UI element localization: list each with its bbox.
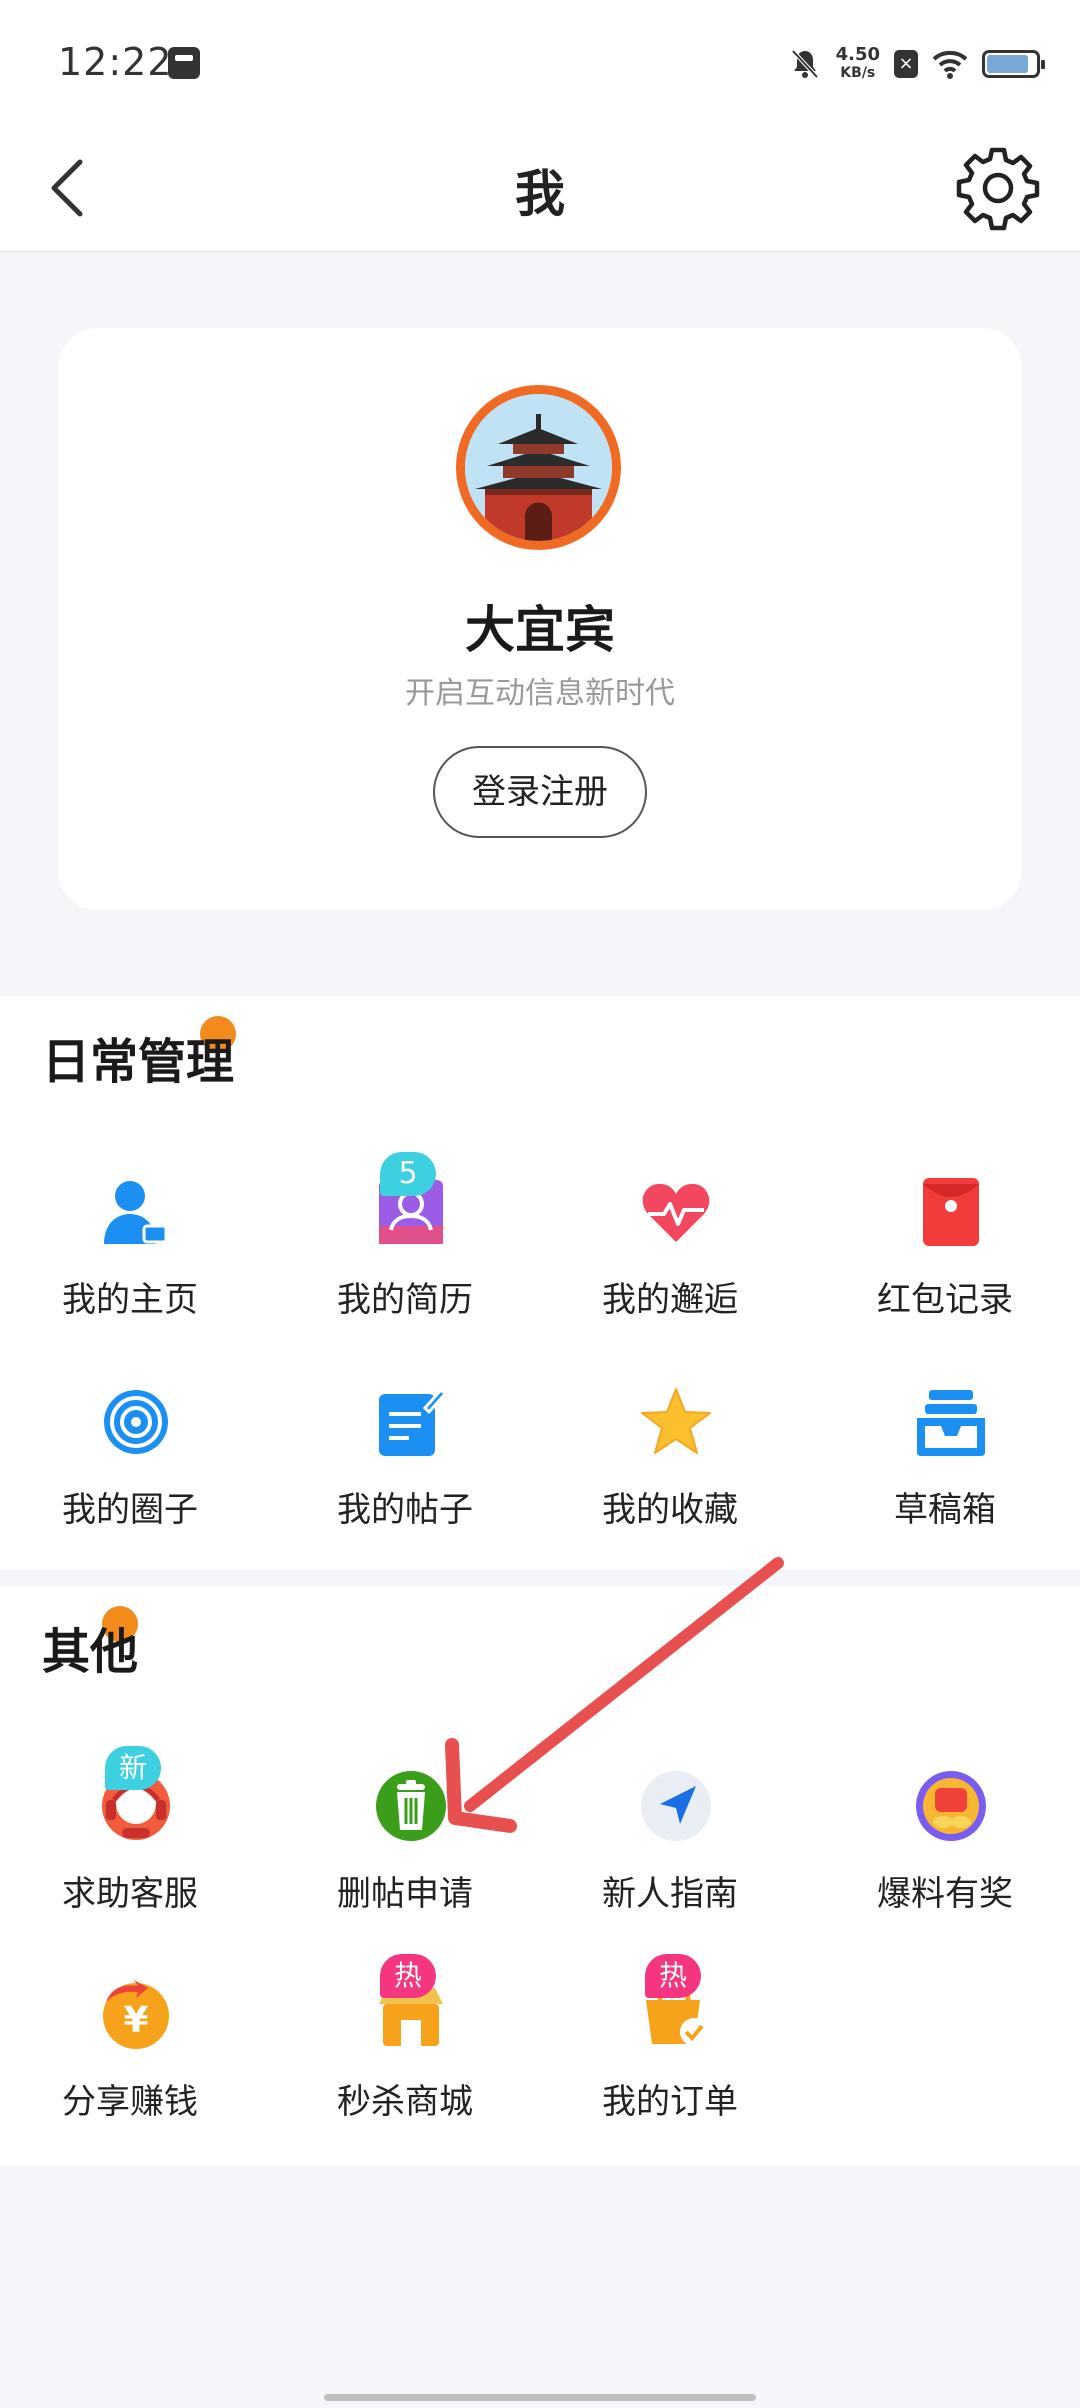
menu-item-label: 我的简历 xyxy=(337,1280,473,1320)
navigation-arrow-icon xyxy=(641,1771,711,1841)
menu-item-label: 求助客服 xyxy=(62,1874,198,1914)
other-section: 其他 新 求助客服 删帖申请 新人指南 爆料有奖 ¥ 分享赚钱 热 秒杀商城 热… xyxy=(0,1586,1080,2166)
status-time: 12:22 xyxy=(58,40,173,84)
menu-item-tip-off-reward[interactable]: 爆料有奖 xyxy=(815,1770,1080,1940)
no-sim-icon: × xyxy=(894,50,918,78)
profile-card: 大宜宾 开启互动信息新时代 登录注册 xyxy=(58,328,1022,910)
status-icons: 4.50 KB/s × xyxy=(788,40,1045,88)
red-envelope-icon xyxy=(923,1178,979,1246)
svg-text:¥: ¥ xyxy=(123,2000,148,2041)
circle-target-icon xyxy=(104,1390,168,1454)
sim-card-icon xyxy=(168,47,200,79)
menu-item-label: 我的帖子 xyxy=(337,1490,473,1530)
avatar[interactable] xyxy=(456,385,621,550)
trash-icon xyxy=(376,1771,446,1841)
menu-item-red-envelope-record[interactable]: 红包记录 xyxy=(815,1176,1080,1346)
network-speed-unit: KB/s xyxy=(840,65,876,81)
menu-item-label: 新人指南 xyxy=(602,1874,738,1914)
menu-item-newbie-guide[interactable]: 新人指南 xyxy=(540,1770,810,1940)
heart-pulse-icon xyxy=(642,1183,710,1242)
menu-item-customer-service[interactable]: 新 求助客服 xyxy=(0,1746,270,1940)
section-title: 日常管理 xyxy=(42,1034,235,1090)
wifi-icon xyxy=(932,50,968,79)
profile-name: 大宜宾 xyxy=(465,601,615,659)
battery-icon xyxy=(982,50,1045,78)
menu-item-label: 秒杀商城 xyxy=(337,2082,473,2122)
menu-item-my-orders[interactable]: 热 我的订单 xyxy=(540,1954,810,2148)
menu-item-my-favorites[interactable]: 我的收藏 xyxy=(540,1386,810,1556)
menu-item-label: 分享赚钱 xyxy=(62,2082,198,2122)
menu-item-my-encounter[interactable]: 我的邂逅 xyxy=(540,1176,810,1346)
menu-item-label: 我的主页 xyxy=(62,1280,198,1320)
menu-item-my-homepage[interactable]: 我的主页 xyxy=(0,1176,270,1346)
menu-item-label: 草稿箱 xyxy=(894,1490,996,1530)
menu-item-share-earn[interactable]: ¥ 分享赚钱 xyxy=(0,1978,270,2148)
menu-item-my-circle[interactable]: 我的圈子 xyxy=(0,1386,270,1556)
home-indicator[interactable] xyxy=(324,2394,756,2401)
tower-icon xyxy=(465,394,612,541)
menu-item-my-resume[interactable]: 5 我的简历 xyxy=(275,1152,545,1346)
status-bar: 12:22 4.50 KB/s × xyxy=(0,0,1080,124)
hot-badge: 热 xyxy=(645,1954,701,1998)
drafts-tray-icon xyxy=(917,1390,985,1456)
menu-item-drafts[interactable]: 草稿箱 xyxy=(815,1386,1080,1556)
menu-item-flash-sale-mall[interactable]: 热 秒杀商城 xyxy=(275,1954,545,2148)
user-home-icon xyxy=(104,1181,168,1244)
page-title: 我 xyxy=(515,165,565,223)
menu-item-label: 我的圈子 xyxy=(62,1490,198,1530)
settings-gear-icon[interactable] xyxy=(952,142,1044,234)
menu-item-label: 我的收藏 xyxy=(602,1490,738,1530)
section-title: 其他 xyxy=(42,1624,139,1680)
menu-item-label: 爆料有奖 xyxy=(877,1874,1013,1914)
daily-management-section: 日常管理 我的主页 5 我的简历 我的邂逅 红包记录 我的圈子 我的帖子 我的收… xyxy=(0,996,1080,1570)
network-speed-value: 4.50 xyxy=(835,44,880,65)
star-icon xyxy=(641,1388,711,1454)
post-edit-icon xyxy=(379,1387,447,1456)
reward-icon xyxy=(916,1771,986,1841)
new-badge: 新 xyxy=(105,1746,161,1790)
menu-item-delete-post-request[interactable]: 删帖申请 xyxy=(275,1770,545,1940)
menu-item-label: 我的邂逅 xyxy=(602,1280,738,1320)
login-register-button[interactable]: 登录注册 xyxy=(433,746,647,838)
share-money-icon: ¥ xyxy=(103,1980,169,2049)
menu-item-label: 红包记录 xyxy=(877,1280,1013,1320)
menu-item-my-posts[interactable]: 我的帖子 xyxy=(275,1386,545,1556)
nav-bar: 我 xyxy=(0,124,1080,252)
menu-item-label: 我的订单 xyxy=(602,2082,738,2122)
menu-item-label: 删帖申请 xyxy=(337,1874,473,1914)
mute-bell-icon xyxy=(791,49,819,79)
hot-badge: 热 xyxy=(380,1954,436,1998)
resume-count-badge: 5 xyxy=(380,1152,436,1196)
profile-slogan: 开启互动信息新时代 xyxy=(405,676,675,711)
network-speed: 4.50 KB/s xyxy=(836,46,880,82)
